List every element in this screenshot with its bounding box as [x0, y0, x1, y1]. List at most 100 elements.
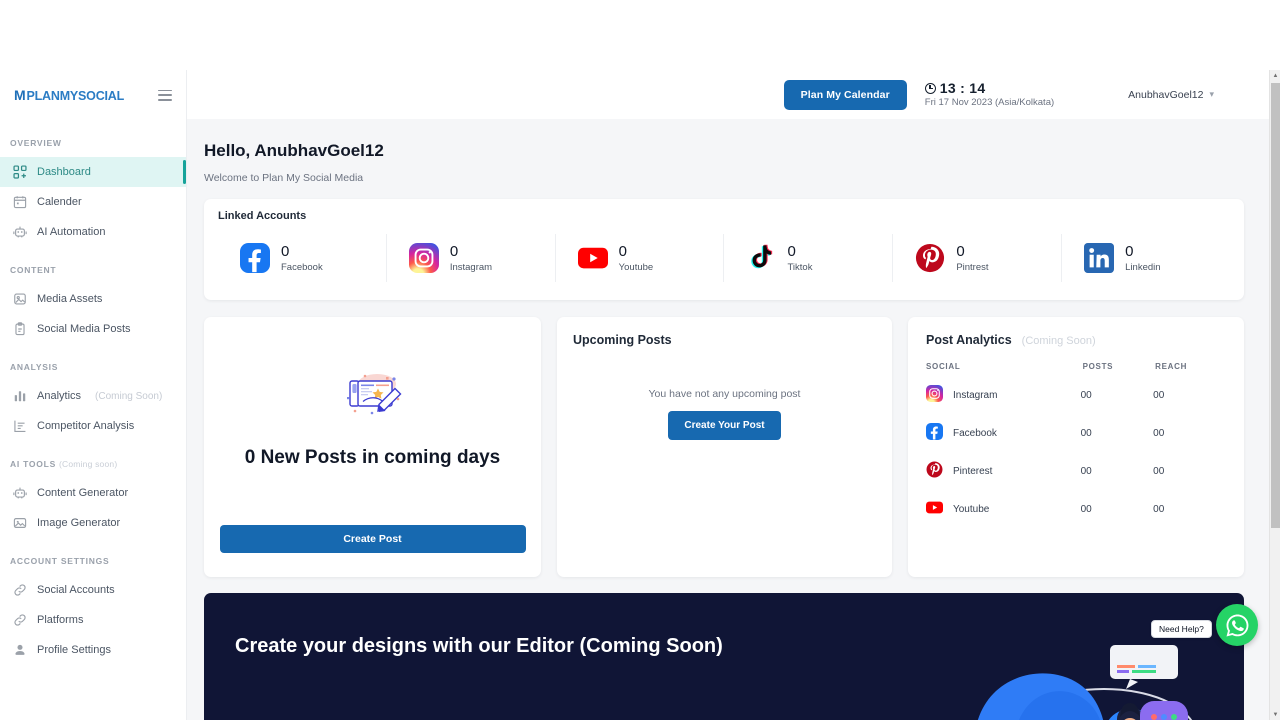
page-scrollbar[interactable]: ▲ ▼ [1269, 70, 1280, 720]
linked-accounts-card: Linked Accounts 0Facebook0Instagram0Yout… [204, 199, 1244, 300]
scrollbar-thumb[interactable] [1271, 83, 1280, 528]
main-content: Hello, AnubhavGoel12 Welcome to Plan My … [187, 119, 1271, 720]
image-stack-icon [12, 292, 27, 307]
sidebar-item-analytics[interactable]: Analytics (Coming Soon) [0, 381, 186, 411]
user-icon [12, 643, 27, 658]
bar-chart-icon [12, 389, 27, 404]
linked-account-instagram[interactable]: 0Instagram [387, 234, 556, 282]
create-your-post-button[interactable]: Create Your Post [668, 411, 780, 440]
table-row: Youtube0000 [926, 499, 1226, 537]
account-name: Tiktok [787, 262, 812, 273]
sidebar-nav: OVERVIEW DashboardCalenderAI Automation CO… [0, 138, 186, 665]
time-value: 13 : 14 [940, 81, 986, 96]
need-help-tooltip[interactable]: Need Help? [1151, 620, 1212, 638]
list-chart-icon [12, 419, 27, 434]
sidebar-item-competitor-analysis[interactable]: Competitor Analysis [0, 411, 186, 441]
linked-account-facebook[interactable]: 0Facebook [218, 234, 387, 282]
linked-account-linkedin[interactable]: 0Linkedin [1062, 234, 1230, 282]
table-row: Instagram0000 [926, 385, 1226, 423]
grid-plus-icon [12, 165, 27, 180]
section-coming-soon: (Coming soon) [59, 459, 117, 469]
robot-icon [12, 225, 27, 240]
section-label: OVERVIEW [10, 138, 62, 148]
facebook-icon [926, 423, 943, 443]
linked-account-pintrest[interactable]: 0 Pintrest [893, 234, 1062, 282]
linked-account-tiktok[interactable]: 0 Tiktok [724, 234, 893, 282]
section-label: AI TOOLS [10, 459, 56, 469]
upcoming-posts-title: Upcoming Posts [573, 333, 876, 347]
sidebar-item-label: Content Generator [37, 487, 128, 499]
sidebar-item-dashboard[interactable]: Dashboard [0, 157, 186, 187]
current-time: 13 : 14 [925, 81, 1054, 96]
youtube-icon [926, 499, 943, 519]
sidebar-section-account-settings: ACCOUNT SETTINGS [0, 556, 186, 566]
sidebar-item-media-assets[interactable]: Media Assets [0, 284, 186, 314]
sidebar-section-overview: OVERVIEW [0, 138, 186, 148]
user-menu[interactable]: AnubhavGoel12 ▾ [1128, 89, 1214, 101]
posts-count: 00 [1081, 461, 1154, 499]
username-label: AnubhavGoel12 [1128, 89, 1203, 101]
calendar-icon [12, 195, 27, 210]
pinterest-icon [915, 243, 945, 273]
new-posts-card: 0 New Posts in coming days Create Post [204, 317, 541, 577]
post-analytics-card: Post Analytics (Coming Soon) SOCIAL POST… [908, 317, 1244, 577]
dashboard-cards-row: 0 New Posts in coming days Create Post U… [204, 317, 1244, 577]
account-count: 0 [956, 244, 988, 259]
section-label: ANALYSIS [10, 362, 58, 372]
page-subtitle: Welcome to Plan My Social Media [204, 172, 1244, 184]
posts-count: 00 [1081, 385, 1154, 423]
table-header-row: SOCIAL POSTS REACH [926, 362, 1226, 385]
sidebar-item-label: Profile Settings [37, 644, 111, 656]
account-count: 0 [619, 244, 654, 259]
sidebar-item-social-media-posts[interactable]: Social Media Posts [0, 314, 186, 344]
plan-my-calendar-button[interactable]: Plan My Calendar [784, 80, 907, 110]
sidebar-item-label: Competitor Analysis [37, 420, 134, 432]
sidebar-item-label: Media Assets [37, 293, 102, 305]
column-header-social: SOCIAL [926, 362, 1081, 385]
account-count: 0 [787, 244, 812, 259]
sidebar-section-content: CONTENT [0, 265, 186, 275]
sidebar-item-profile-settings[interactable]: Profile Settings [0, 635, 186, 665]
logo-mark: M [14, 87, 25, 103]
instagram-icon [926, 385, 943, 405]
account-name: Instagram [450, 262, 492, 273]
sidebar-item-ai-automation[interactable]: AI Automation [0, 217, 186, 247]
linked-account-youtube[interactable]: 0 Youtube [556, 234, 725, 282]
sidebar-item-coming-soon: (Coming Soon) [95, 391, 162, 402]
sidebar-item-label: Social Media Posts [37, 323, 131, 335]
column-header-reach: REACH [1153, 362, 1226, 385]
linked-accounts-title: Linked Accounts [218, 210, 1230, 222]
app-logo[interactable]: MPLANMYSOCIAL [14, 87, 124, 103]
link-icon [12, 613, 27, 628]
sidebar-item-calender[interactable]: Calender [0, 187, 186, 217]
reach-count: 00 [1153, 385, 1226, 423]
sidebar-item-image-generator[interactable]: Image Generator [0, 508, 186, 538]
account-name: Youtube [619, 262, 654, 273]
scroll-up-arrow-icon[interactable]: ▲ [1270, 70, 1280, 81]
whatsapp-icon[interactable] [1216, 604, 1258, 646]
sidebar-item-label: Analytics [37, 390, 81, 402]
column-header-posts: POSTS [1081, 362, 1154, 385]
sidebar: MPLANMYSOCIAL OVERVIEWDashboardCalenderA… [0, 70, 187, 720]
coming-soon-badge: (Coming Soon) [1022, 335, 1096, 347]
link-icon [12, 583, 27, 598]
create-post-button[interactable]: Create Post [220, 525, 526, 553]
upcoming-posts-empty-text: You have not any upcoming post [573, 388, 876, 400]
sidebar-item-social-accounts[interactable]: Social Accounts [0, 575, 186, 605]
section-label: CONTENT [10, 265, 56, 275]
sidebar-item-content-generator[interactable]: Content Generator [0, 478, 186, 508]
menu-toggle-icon[interactable] [158, 90, 172, 101]
chevron-down-icon: ▾ [1209, 89, 1214, 100]
clipboard-icon [12, 322, 27, 337]
network-name: Youtube [953, 504, 989, 515]
account-count: 0 [281, 244, 323, 259]
scroll-down-arrow-icon[interactable]: ▼ [1270, 709, 1280, 720]
account-name: Pintrest [956, 262, 988, 273]
robot-icon [12, 486, 27, 501]
design-editor-illustration [341, 368, 405, 425]
sidebar-item-platforms[interactable]: Platforms [0, 605, 186, 635]
account-name: Linkedin [1125, 262, 1160, 273]
table-row: Facebook0000 [926, 423, 1226, 461]
reach-count: 00 [1153, 423, 1226, 461]
network-name: Facebook [953, 428, 997, 439]
